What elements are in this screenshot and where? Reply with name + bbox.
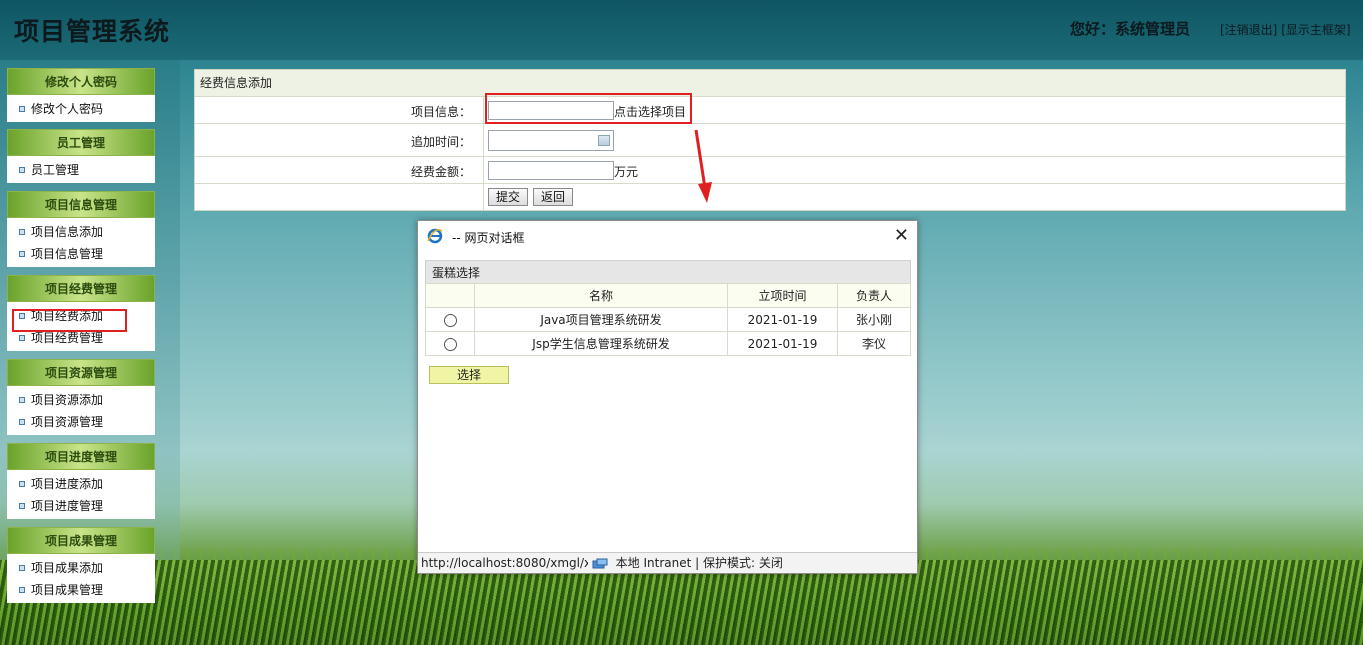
menu-item-project-resource-manage[interactable]: 项目资源管理 — [7, 411, 155, 433]
submit-button[interactable]: 提交 — [488, 188, 529, 206]
bullet-icon — [19, 312, 25, 319]
show-frame-link[interactable]: [显示主框架] — [1281, 23, 1350, 37]
form-row-project: 项目信息： 点击选择项目 — [195, 97, 1345, 124]
project-table: 名称 立项时间 负责人 Java项目管理系统研发 2021-01-19 张小刚 … — [425, 283, 911, 356]
table-header-row: 名称 立项时间 负责人 — [425, 283, 911, 308]
menu-project-funds: 项目经费管理 项目经费添加 项目经费管理 — [7, 275, 155, 351]
table-header-date: 立项时间 — [727, 283, 838, 308]
amount-label: 经费金额： — [410, 165, 471, 179]
menu-item-project-result-add[interactable]: 项目成果添加 — [7, 557, 155, 579]
menu-item-project-resource-add[interactable]: 项目资源添加 — [7, 389, 155, 411]
user-greeting: 您好：系统管理员 — [1070, 20, 1191, 38]
menu-title-project-result[interactable]: 项目成果管理 — [7, 527, 155, 554]
project-radio[interactable] — [443, 337, 457, 351]
bullet-icon — [19, 502, 25, 509]
form-row-actions: 提交 返回 — [195, 184, 1345, 210]
menu-title-project-progress[interactable]: 项目进度管理 — [7, 443, 155, 470]
dialog-title: -- 网页对话框 — [452, 231, 525, 245]
form-row-amount: 经费金额： 万元 — [195, 157, 1345, 184]
menu-title-project-funds[interactable]: 项目经费管理 — [7, 275, 155, 302]
bullet-icon — [19, 564, 25, 571]
menu-item-project-info-add[interactable]: 项目信息添加 — [7, 221, 155, 243]
bullet-icon — [19, 334, 25, 341]
amount-input[interactable] — [488, 161, 614, 180]
menu-item-project-result-manage[interactable]: 项目成果管理 — [7, 579, 155, 601]
bullet-icon — [19, 166, 25, 173]
cell-name: Jsp学生信息管理系统研发 — [474, 331, 728, 356]
amount-unit: 万元 — [614, 165, 639, 179]
dialog-section-title: 蛋糕选择 — [425, 260, 911, 284]
cell-date: 2021-01-19 — [727, 331, 838, 356]
bullet-icon — [19, 105, 25, 112]
cell-owner: 张小刚 — [837, 307, 911, 332]
status-url: http://localhost:8080/xmgl/xi — [421, 556, 588, 570]
arrow-annotation-icon — [694, 129, 712, 203]
dialog-titlebar[interactable]: -- 网页对话框 ✕ — [418, 221, 917, 252]
time-label: 追加时间： — [410, 135, 471, 149]
dialog-statusbar: http://localhost:8080/xmgl/xi 本地 Intrane… — [418, 552, 917, 573]
table-header-owner: 负责人 — [837, 283, 911, 308]
menu-title-password[interactable]: 修改个人密码 — [7, 68, 155, 95]
bullet-icon — [19, 396, 25, 403]
menu-item-employee-manage[interactable]: 员工管理 — [7, 159, 155, 181]
bullet-icon — [19, 586, 25, 593]
menu-title-project-info[interactable]: 项目信息管理 — [7, 191, 155, 218]
calendar-icon[interactable] — [598, 135, 610, 146]
select-project-link[interactable]: 点击选择项目 — [614, 103, 686, 120]
network-icon — [592, 558, 608, 568]
close-icon[interactable]: ✕ — [894, 226, 909, 246]
app-title: 项目管理系统 — [14, 17, 171, 46]
funds-form: 经费信息添加 项目信息： 点击选择项目 追加时间： 经费金额： 万元 提交 返回 — [194, 69, 1346, 211]
bullet-icon — [19, 228, 25, 235]
menu-item-change-password[interactable]: 修改个人密码 — [7, 98, 155, 120]
project-label: 项目信息： — [410, 105, 471, 119]
table-header-name: 名称 — [474, 283, 728, 308]
form-row-time: 追加时间： — [195, 124, 1345, 157]
menu-item-project-funds-manage[interactable]: 项目经费管理 — [7, 327, 155, 349]
table-header-radio — [425, 283, 475, 308]
header-links: [注销退出] [显示主框架] — [1220, 21, 1351, 38]
time-input[interactable] — [488, 130, 614, 151]
menu-project-result: 项目成果管理 项目成果添加 项目成果管理 — [7, 527, 155, 603]
back-button[interactable]: 返回 — [533, 188, 574, 206]
menu-item-project-funds-add[interactable]: 项目经费添加 — [7, 305, 155, 327]
cell-date: 2021-01-19 — [727, 307, 838, 332]
menu-title-employee[interactable]: 员工管理 — [7, 129, 155, 156]
logout-link[interactable]: [注销退出] — [1220, 23, 1277, 37]
cell-owner: 李仪 — [837, 331, 911, 356]
menu-item-project-progress-add[interactable]: 项目进度添加 — [7, 473, 155, 495]
menu-project-info: 项目信息管理 项目信息添加 项目信息管理 — [7, 191, 155, 267]
ie-icon — [427, 228, 443, 244]
menu-password: 修改个人密码 修改个人密码 — [7, 68, 155, 122]
menu-project-progress: 项目进度管理 项目进度添加 项目进度管理 — [7, 443, 155, 519]
header: 项目管理系统 您好：系统管理员 [注销退出] [显示主框架] — [0, 0, 1363, 60]
select-button[interactable]: 选择 — [429, 366, 509, 384]
menu-project-resource: 项目资源管理 项目资源添加 项目资源管理 — [7, 359, 155, 435]
menu-employee: 员工管理 员工管理 — [7, 129, 155, 183]
project-radio[interactable] — [443, 313, 457, 327]
select-project-dialog: -- 网页对话框 ✕ 蛋糕选择 名称 立项时间 负责人 Java项目管理系统研发… — [417, 220, 918, 574]
cell-name: Java项目管理系统研发 — [474, 307, 728, 332]
menu-item-project-progress-manage[interactable]: 项目进度管理 — [7, 495, 155, 517]
form-heading: 经费信息添加 — [195, 70, 1345, 97]
status-zone: 本地 Intranet | 保护模式: 关闭 — [615, 556, 783, 570]
bullet-icon — [19, 418, 25, 425]
menu-title-project-resource[interactable]: 项目资源管理 — [7, 359, 155, 386]
menu-item-project-info-manage[interactable]: 项目信息管理 — [7, 243, 155, 265]
bullet-icon — [19, 250, 25, 257]
project-input[interactable] — [488, 101, 614, 120]
table-row: Jsp学生信息管理系统研发 2021-01-19 李仪 — [425, 331, 911, 356]
bullet-icon — [19, 480, 25, 487]
table-row: Java项目管理系统研发 2021-01-19 张小刚 — [425, 307, 911, 332]
